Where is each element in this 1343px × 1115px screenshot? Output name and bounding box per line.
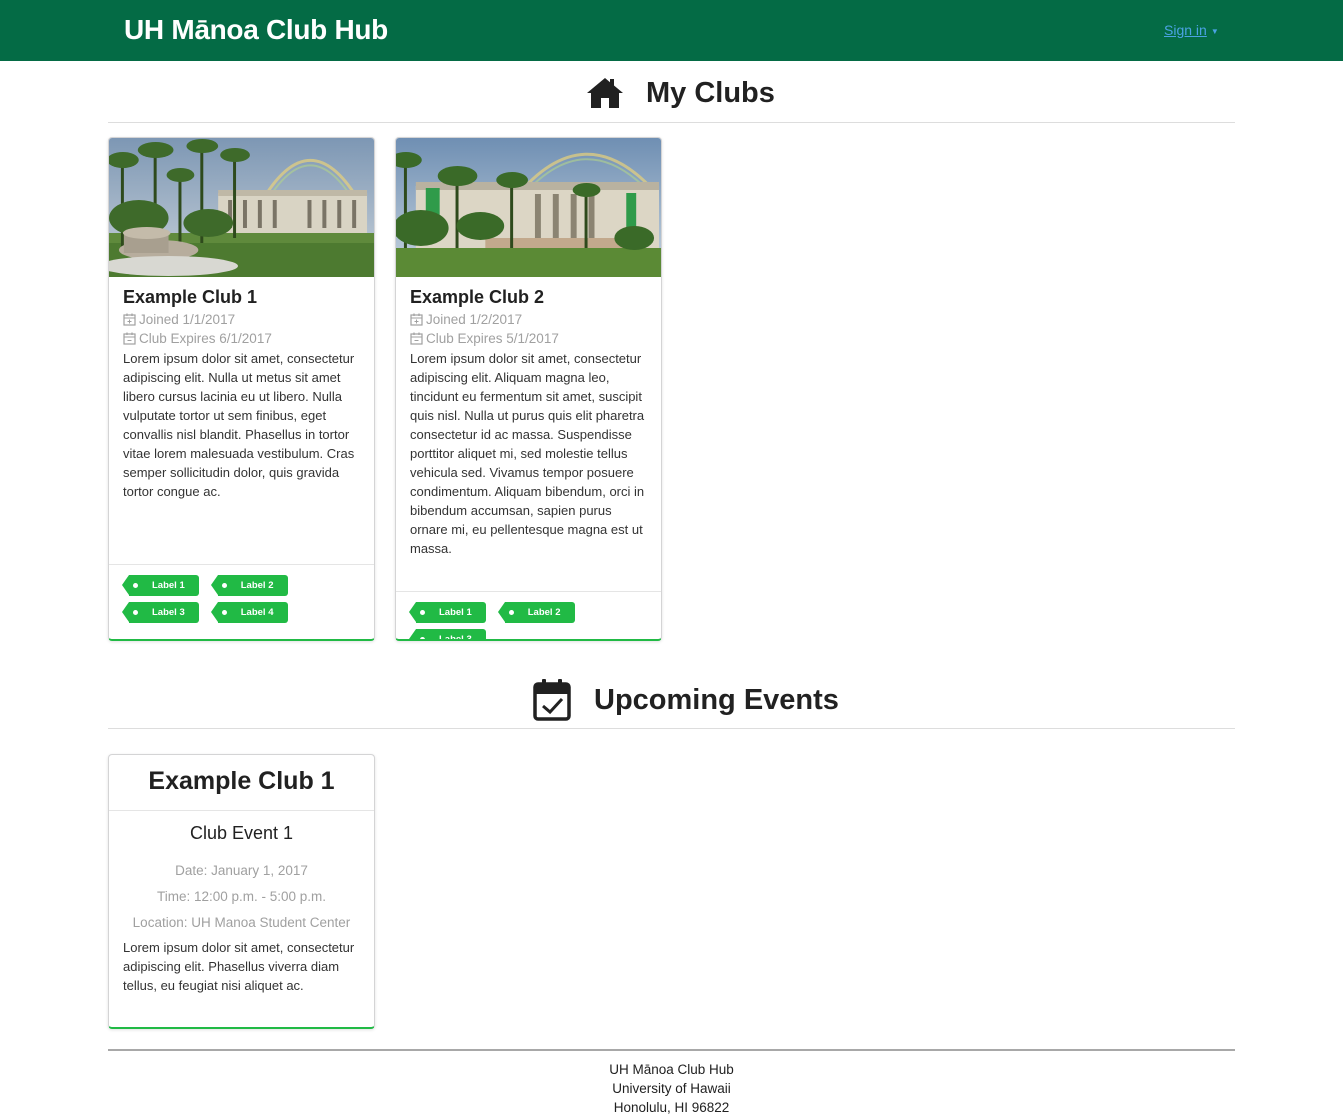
calendar-check-icon [533,679,571,721]
event-description: Lorem ipsum dolor sit amet, consectetur … [123,940,355,993]
joined-date: Joined 1/2/2017 [410,310,647,329]
joined-text: Joined 1/2/2017 [426,312,523,327]
club-label-tag[interactable]: Label 2 [497,602,575,623]
top-nav-bar: UH Mānoa Club Hub Sign in ▼ [0,0,1343,61]
club-label-tag[interactable]: Label 1 [122,575,199,596]
home-icon [587,78,623,108]
club-labels: Label 1 Label 2 Label 3 Label 4 [109,564,374,639]
club-label-tag[interactable]: Label 3 [409,629,486,639]
signin-dropdown[interactable]: Sign in ▼ [1164,22,1219,38]
event-card[interactable]: Example Club 1 Club Event 1 Date: Januar… [108,754,375,1029]
event-date: Date: January 1, 2017 [175,863,308,878]
joined-date: Joined 1/1/2017 [123,310,360,329]
expires-text: Club Expires 5/1/2017 [426,331,559,346]
event-time: Time: 12:00 p.m. - 5:00 p.m. [156,889,327,904]
calendar-minus-icon [410,332,423,345]
expires-date: Club Expires 6/1/2017 [123,329,360,348]
club-image [109,138,374,277]
calendar-plus-icon [410,313,423,326]
club-card[interactable]: Example Club 2 Joined 1/2/2017 Club Expi… [395,137,662,641]
club-name: Example Club 1 [123,287,258,307]
calendar-plus-icon [123,313,136,326]
brand-title[interactable]: UH Mānoa Club Hub [124,14,388,46]
my-clubs-heading: My Clubs [646,76,775,109]
club-label-tag[interactable]: Label 3 [122,602,199,623]
event-title: Club Event 1 [189,823,294,843]
club-description: Lorem ipsum dolor sit amet, consectetur … [410,351,645,556]
footer-line: UH Mānoa Club Hub [609,1062,734,1077]
calendar-minus-icon [123,332,136,345]
club-name: Example Club 2 [410,287,545,307]
expires-date: Club Expires 5/1/2017 [410,329,647,348]
club-card[interactable]: Example Club 1 Joined 1/1/2017 Club Expi… [108,137,375,641]
footer-line: Honolulu, HI 96822 [613,1100,730,1115]
club-image [396,138,661,277]
footer: UH Mānoa Club Hub University of Hawaii H… [108,1049,1235,1115]
club-label-tag[interactable]: Label 2 [210,575,288,596]
footer-line: University of Hawaii [612,1081,731,1096]
signin-label[interactable]: Sign in [1164,22,1207,38]
upcoming-events-header: Upcoming Events [108,676,1235,729]
club-description: Lorem ipsum dolor sit amet, consectetur … [123,351,355,499]
event-location: Location: UH Manoa Student Center [132,915,351,930]
joined-text: Joined 1/1/2017 [139,312,236,327]
club-label-tag[interactable]: Label 4 [210,602,288,623]
event-club-name: Example Club 1 [148,767,335,795]
event-club-header: Example Club 1 [109,755,374,811]
upcoming-events-heading: Upcoming Events [594,683,839,716]
club-label-tag[interactable]: Label 1 [409,602,486,623]
my-clubs-header: My Clubs [108,70,1235,123]
dropdown-caret-icon[interactable]: ▼ [1211,27,1219,36]
club-labels: Label 1 Label 2 Label 3 [396,591,661,639]
expires-text: Club Expires 6/1/2017 [139,331,272,346]
